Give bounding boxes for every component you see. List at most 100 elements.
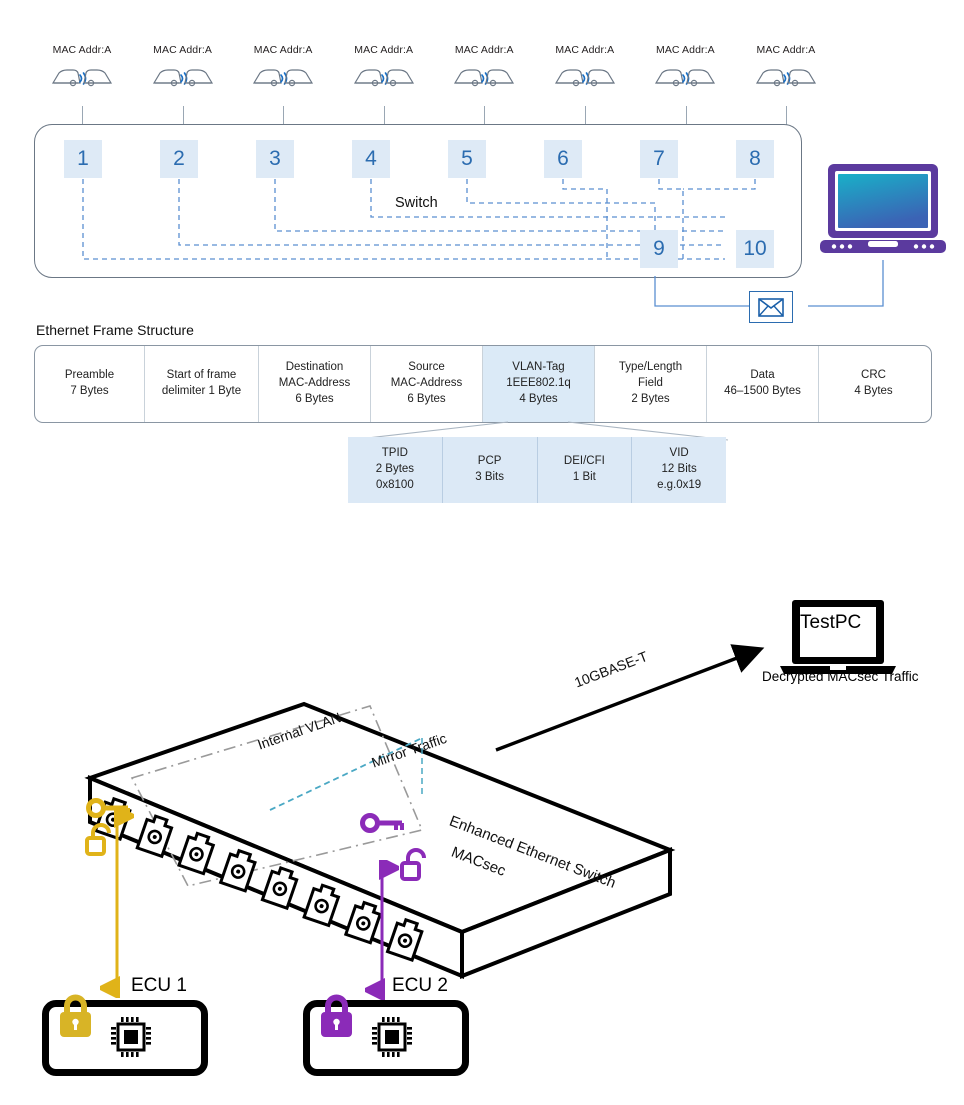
frame-field-line: 2 Bytes	[631, 392, 670, 405]
car-v2x-icon	[252, 64, 314, 95]
switch-port-1[interactable]: 1	[64, 140, 102, 178]
frame-field-line: Source	[408, 361, 445, 374]
vlan-subfield-line: VID	[669, 447, 689, 460]
vlan-subfield-line: 1 Bit	[572, 471, 596, 483]
car-v2x-icon	[152, 69, 213, 87]
endpoint-drop-line	[484, 106, 486, 126]
mac-address-label: MAC Addr:A	[253, 44, 313, 56]
frame-field-line: CRC	[861, 369, 886, 382]
ecu1-link-arrow	[100, 808, 134, 998]
rj45-port-icon-3[interactable]	[177, 831, 216, 876]
padlock-closed-icon-purple	[321, 994, 352, 1037]
car-v2x-icon	[51, 69, 113, 87]
rj45-port-icon-4[interactable]	[218, 848, 257, 893]
padlock-closed-icon-yellow	[60, 994, 91, 1037]
testpc-caption: Decrypted MACsec Traffic	[762, 669, 919, 684]
car-v2x-icon	[654, 64, 716, 95]
car-v2x-icon	[453, 64, 515, 95]
frame-field-line: Destination	[285, 361, 344, 374]
ecu1-box	[42, 994, 208, 1076]
endpoint-drop-line	[82, 106, 83, 126]
frame-field-line: 4 Bytes	[519, 392, 558, 405]
frame-field-1: Preamble 7 Bytes	[35, 346, 145, 422]
mac-address-label: MAC Addr:A	[454, 44, 514, 56]
vlan-subfield-line: DEI/CFI	[563, 455, 605, 468]
vlan-subfield-2: PCP 3 Bits	[443, 437, 538, 503]
frame-field-line: MAC-Address	[390, 377, 463, 390]
switch-port-3[interactable]: 3	[256, 140, 294, 178]
ethernet-frame-table: Preamble 7 Bytes Start of frame delimiter 1…	[34, 345, 932, 423]
switch-port-5[interactable]: 5	[448, 140, 486, 178]
cpu-chip-icon	[111, 1017, 151, 1057]
frame-field-line: 4 Bytes	[854, 385, 893, 397]
frame-field-2: Start of frame delimiter 1 Byte	[145, 346, 259, 422]
vlan-subfield-3: DEI/CFI 1 Bit	[538, 437, 633, 503]
frame-field-line: Data	[750, 369, 775, 382]
frame-field-line: VLAN-Tag	[512, 361, 565, 374]
vlan-subfield-line: 12 Bits	[661, 463, 697, 476]
endpoint-drop-line	[585, 106, 586, 126]
car-v2x-icon	[152, 64, 214, 95]
vlan-subfield-line: 3 Bits	[475, 471, 504, 483]
endpoint-drop-line	[786, 106, 788, 126]
frame-field-line: Start of frame	[166, 369, 237, 382]
car-v2x-icon	[554, 69, 615, 87]
mac-address-label: MAC Addr:A	[555, 44, 615, 56]
endpoint-row: MAC Addr:A MAC Addr:A MAC Addr:A MAC Add…	[34, 44, 834, 124]
cpu-chip-icon	[372, 1017, 412, 1057]
vlan-subfield-line: e.g.0x19	[657, 478, 702, 491]
frame-field-5: VLAN-Tag 1EEE802.1q 4 Bytes	[483, 346, 595, 422]
car-v2x-icon	[253, 69, 314, 87]
envelope-icon	[749, 291, 793, 323]
frame-field-line: Field	[638, 377, 663, 390]
switch-port-4[interactable]: 4	[352, 140, 390, 178]
endpoint-drop-line	[685, 106, 687, 126]
frame-field-3: Destination MAC-Address 6 Bytes	[259, 346, 371, 422]
ecu1-label: ECU 1	[131, 975, 187, 996]
car-v2x-icon	[755, 69, 816, 87]
frame-field-line: 46–1500 Bytes	[724, 385, 801, 397]
frame-field-line: delimiter 1 Byte	[161, 385, 242, 397]
mac-address-label: MAC Addr:A	[354, 44, 414, 56]
switch-port-7[interactable]: 7	[640, 140, 678, 178]
car-v2x-icon	[353, 64, 415, 95]
rj45-port-icon-6[interactable]	[302, 883, 341, 928]
frame-field-8: CRC 4 Bytes	[819, 346, 928, 422]
vlan-subfield-line: TPID	[381, 447, 408, 460]
mac-address-label: MAC Addr:A	[655, 44, 715, 56]
car-v2x-icon	[554, 64, 616, 95]
frame-field-line: 6 Bytes	[295, 392, 334, 405]
testpc-screen-label: TestPC	[800, 612, 862, 633]
vlan-subfield-4: VID 12 Bits e.g.0x19	[632, 437, 726, 503]
switch-port-8[interactable]: 8	[736, 140, 774, 178]
frame-structure-title: Ethernet Frame Structure	[36, 322, 194, 338]
frame-field-line: Type/Length	[618, 361, 683, 374]
frame-field-line: MAC-Address	[278, 377, 351, 390]
testpc-laptop-icon	[780, 600, 896, 674]
car-v2x-icon	[454, 69, 515, 87]
frame-field-6: Type/Length Field 2 Bytes	[595, 346, 707, 422]
vlan-subfield-1: TPID 2 Bytes 0x8100	[348, 437, 443, 503]
car-v2x-icon	[353, 69, 414, 87]
frame-field-4: Source MAC-Address 6 Bytes	[371, 346, 483, 422]
rj45-port-icon-5[interactable]	[260, 866, 299, 911]
endpoint-drop-line	[182, 106, 184, 126]
car-v2x-icon	[51, 64, 113, 95]
vlan-subfield-line: 2 Bytes	[375, 463, 415, 476]
frame-field-line: Preamble	[64, 369, 115, 382]
switch-port-6[interactable]: 6	[544, 140, 582, 178]
rj45-port-icon-2[interactable]	[135, 814, 174, 859]
laptop-icon	[820, 164, 946, 253]
key-icon-purple	[360, 813, 404, 833]
car-v2x-icon	[755, 64, 817, 95]
switch-label: Switch	[395, 195, 438, 211]
mac-address-label: MAC Addr:A	[52, 44, 112, 56]
padlock-open-icon-purple	[400, 848, 426, 881]
ecu2-box	[303, 994, 469, 1076]
mac-address-label: MAC Addr:A	[756, 44, 816, 56]
frame-field-line: 6 Bytes	[407, 392, 446, 405]
switch-port-2[interactable]: 2	[160, 140, 198, 178]
endpoint-drop-line	[283, 106, 285, 126]
ecu2-label: ECU 2	[392, 975, 448, 996]
vlan-subfield-line: PCP	[477, 455, 502, 468]
